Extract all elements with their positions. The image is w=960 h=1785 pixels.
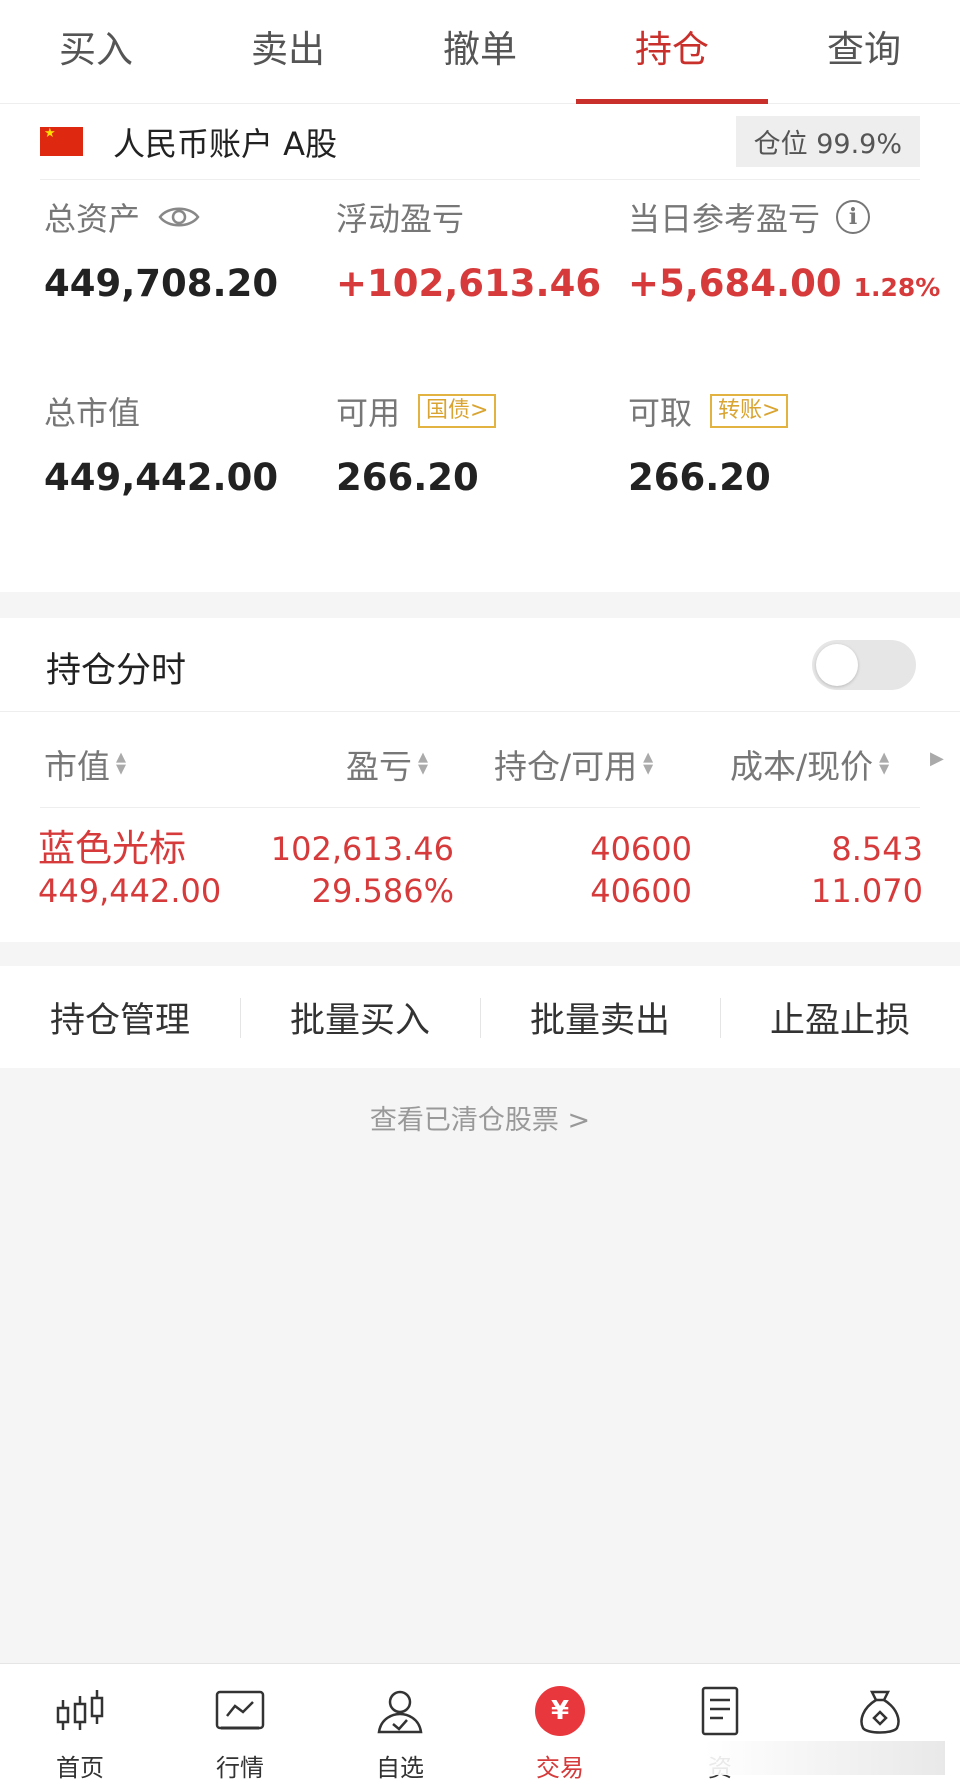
total-assets: 总资产 449,708.20 bbox=[44, 194, 278, 305]
stock-market-value: 449,442.00 bbox=[38, 872, 222, 910]
tab-buy[interactable]: 买入 bbox=[0, 0, 192, 103]
table-row[interactable]: 蓝色光标 449,442.00 102,613.46 29.586% 40600… bbox=[0, 808, 960, 942]
treasury-bond-tag[interactable]: 国债> bbox=[418, 394, 497, 428]
account-row[interactable]: 人民币账户 A股 仓位 99.9% bbox=[40, 104, 920, 180]
account-panel: 人民币账户 A股 仓位 99.9% 总资产 449,708.20 浮动盈亏 +1… bbox=[0, 104, 960, 592]
stock-pnl: 102,613.46 bbox=[270, 830, 454, 868]
watermark-overlay bbox=[705, 1741, 945, 1775]
batch-buy-button[interactable]: 批量买入 bbox=[240, 992, 480, 1043]
top-tabs: 买入 卖出 撤单 持仓 查询 bbox=[0, 0, 960, 104]
stock-name: 蓝色光标 bbox=[38, 827, 186, 870]
tab-cancel[interactable]: 撤单 bbox=[384, 0, 576, 103]
col-position-label: 持仓/可用 bbox=[494, 747, 638, 786]
market-value: 总市值 449,442.00 bbox=[44, 388, 278, 499]
nav-market-label: 行情 bbox=[216, 1754, 264, 1782]
tab-holdings[interactable]: 持仓 bbox=[576, 0, 768, 104]
stock-available: 40600 bbox=[590, 872, 692, 910]
transfer-tag[interactable]: 转账> bbox=[710, 394, 789, 428]
col-position[interactable]: 持仓/可用 ▲ ▼ bbox=[494, 740, 653, 788]
col-pnl-label: 盈亏 bbox=[346, 747, 412, 786]
sort-icon: ▲ ▼ bbox=[418, 750, 428, 777]
holdings-action-bar: 持仓管理 批量买入 批量卖出 止盈止损 bbox=[0, 966, 960, 1068]
holdings-column-header: 市值 ▲ ▼ 盈亏 ▲ ▼ 持仓/可用 ▲ ▼ 成本/现价 ▲ ▼ ▶ bbox=[0, 712, 960, 808]
col-cost-price[interactable]: 成本/现价 ▲ ▼ bbox=[730, 740, 889, 788]
stock-cost: 8.543 bbox=[831, 830, 923, 868]
sort-icon: ▲ ▼ bbox=[116, 750, 126, 777]
sort-icon: ▲ ▼ bbox=[643, 750, 654, 777]
money-bag-icon bbox=[860, 1690, 900, 1734]
user-check-icon bbox=[377, 1690, 423, 1734]
floating-pnl-label: 浮动盈亏 bbox=[336, 200, 465, 238]
daily-pnl-percent: 1.28% bbox=[853, 273, 941, 302]
toggle-knob bbox=[816, 644, 858, 686]
stop-profit-loss-button[interactable]: 止盈止损 bbox=[720, 992, 960, 1043]
col-market-value-label: 市值 bbox=[44, 747, 110, 786]
col-market-value[interactable]: 市值 ▲ ▼ bbox=[44, 740, 126, 788]
stock-position: 40600 bbox=[590, 830, 692, 868]
col-cost-price-label: 成本/现价 bbox=[730, 747, 874, 786]
market-value-label: 总市值 bbox=[44, 394, 141, 432]
withdrawable-funds: 可取 转账> 266.20 bbox=[628, 388, 789, 499]
holdings-intraday-title: 持仓分时 bbox=[46, 651, 187, 691]
nav-home-label: 首页 bbox=[56, 1754, 104, 1782]
candlestick-icon bbox=[56, 1690, 104, 1730]
nav-watchlist[interactable]: 自选 bbox=[320, 1664, 480, 1785]
withdrawable-value: 266.20 bbox=[628, 456, 771, 499]
holdings-header: 持仓分时 bbox=[0, 618, 960, 712]
chart-trend-icon bbox=[215, 1690, 265, 1730]
total-assets-value: 449,708.20 bbox=[44, 262, 279, 305]
nav-home[interactable]: 首页 bbox=[0, 1664, 160, 1785]
daily-pnl-value: +5,684.00 bbox=[628, 262, 842, 305]
tab-query[interactable]: 查询 bbox=[768, 0, 960, 103]
position-ratio-badge: 仓位 99.9% bbox=[735, 116, 920, 167]
available-value: 266.20 bbox=[336, 456, 479, 499]
stock-pnl-percent: 29.586% bbox=[311, 872, 454, 910]
view-cleared-stocks-link[interactable]: 查看已清仓股票 > bbox=[0, 1098, 960, 1137]
document-icon bbox=[701, 1686, 739, 1736]
yuan-icon: ¥ bbox=[533, 1684, 587, 1738]
withdrawable-label: 可取 bbox=[628, 394, 693, 432]
tab-sell[interactable]: 卖出 bbox=[192, 0, 384, 103]
chevron-right-icon[interactable]: ▶ bbox=[930, 748, 944, 769]
account-name: 人民币账户 A股 bbox=[113, 124, 338, 163]
sort-icon: ▲ ▼ bbox=[879, 750, 890, 777]
nav-trade-label: 交易 bbox=[536, 1754, 584, 1782]
col-pnl[interactable]: 盈亏 ▲ ▼ bbox=[346, 740, 428, 788]
daily-pnl-label: 当日参考盈亏 bbox=[628, 200, 821, 238]
stock-price: 11.070 bbox=[811, 872, 923, 910]
total-assets-label: 总资产 bbox=[44, 200, 141, 238]
nav-watchlist-label: 自选 bbox=[376, 1754, 424, 1782]
available-funds: 可用 国债> 266.20 bbox=[336, 388, 497, 499]
nav-market[interactable]: 行情 bbox=[160, 1664, 320, 1785]
manage-holdings-button[interactable]: 持仓管理 bbox=[0, 992, 240, 1043]
eye-icon[interactable] bbox=[158, 204, 200, 230]
market-value-value: 449,442.00 bbox=[44, 456, 279, 499]
china-flag-icon bbox=[40, 127, 83, 156]
available-label: 可用 bbox=[336, 394, 401, 432]
daily-pnl: 当日参考盈亏 i +5,684.00 1.28% bbox=[628, 194, 940, 305]
info-icon[interactable]: i bbox=[836, 200, 871, 234]
floating-pnl-value: +102,613.46 bbox=[336, 262, 602, 305]
batch-sell-button[interactable]: 批量卖出 bbox=[480, 992, 720, 1043]
nav-trade[interactable]: ¥ 交易 bbox=[480, 1664, 640, 1785]
holdings-intraday-toggle[interactable] bbox=[812, 640, 916, 690]
floating-pnl: 浮动盈亏 +102,613.46 bbox=[336, 194, 601, 305]
